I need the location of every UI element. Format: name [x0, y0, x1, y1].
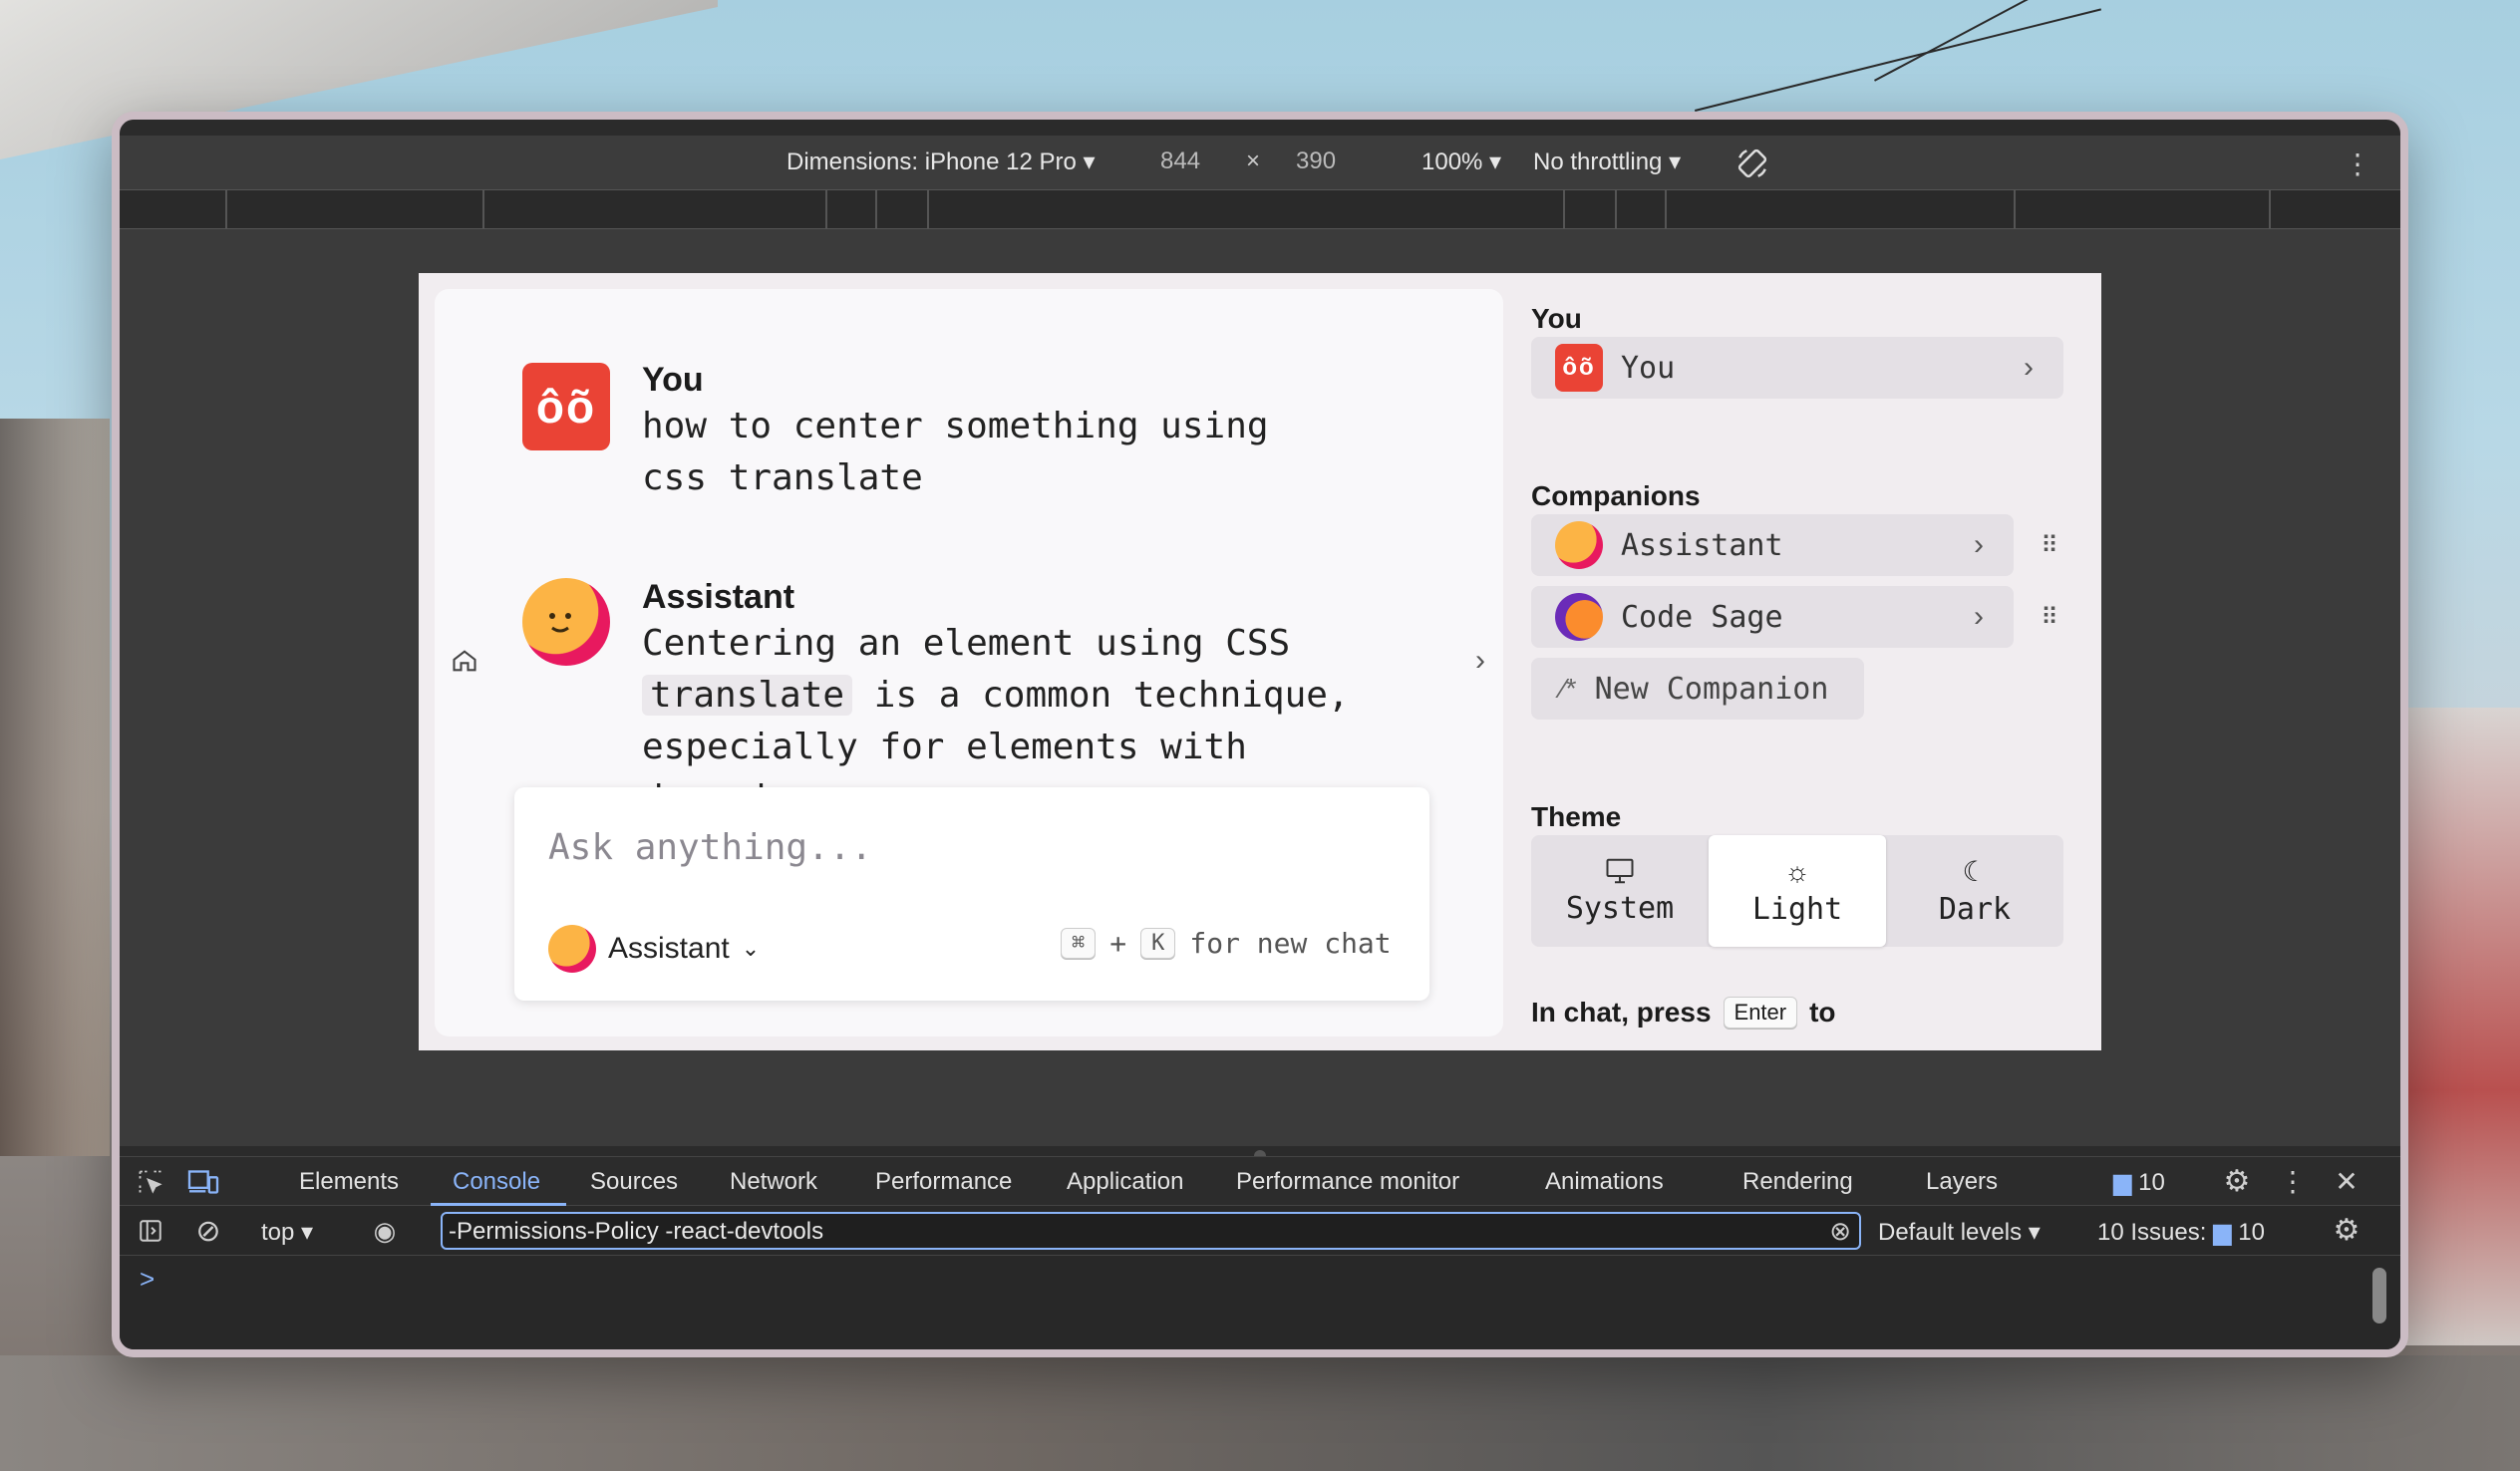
theme-system[interactable]: System	[1531, 835, 1709, 947]
zoom-select[interactable]: 100% ▾	[1421, 147, 1501, 176]
section-heading: Companions	[1531, 480, 1701, 511]
scrollbar[interactable]	[2372, 1268, 2386, 1324]
you-avatar: ôõ	[522, 363, 610, 450]
tab-performance[interactable]: Performance	[875, 1168, 1012, 1196]
times-label: ×	[1246, 147, 1261, 174]
you-avatar: ôõ	[1555, 344, 1603, 392]
width-input[interactable]: 844	[1160, 147, 1200, 175]
message-author: Assistant	[642, 578, 795, 616]
clear-filter-icon[interactable]: ⊗	[1829, 1216, 1851, 1247]
tab-console[interactable]: Console	[453, 1168, 540, 1196]
composer: Ask anything... Assistant ⌄ ⌘ + K for new…	[514, 787, 1429, 1001]
background-wire	[1874, 0, 2139, 82]
new-chat-shortcut: ⌘ + K for new chat	[1061, 927, 1392, 960]
chevron-right-icon[interactable]: ›	[1465, 643, 1495, 679]
chat-panel: ôõ You how to center something using css…	[435, 289, 1503, 1036]
kbd-cmd: ⌘	[1061, 928, 1097, 959]
home-icon[interactable]	[447, 643, 482, 679]
console-prompt[interactable]: >	[140, 1264, 155, 1295]
enter-hint: In chat, press Enter to	[1531, 997, 1836, 1029]
settings-gear-icon[interactable]: ⚙	[2219, 1163, 2255, 1199]
companion-select[interactable]: Assistant ⌄	[548, 925, 760, 973]
moon-icon: ☾	[1962, 856, 1988, 887]
device-toggle-icon[interactable]	[183, 1165, 223, 1199]
background-tree	[0, 419, 110, 1156]
height-input[interactable]: 390	[1296, 147, 1336, 175]
devtools-tabbar: Elements Console Sources Network Perform…	[120, 1156, 2400, 1206]
message-icon: ▆	[2213, 1219, 2232, 1246]
theme-dark[interactable]: ☾ Dark	[1886, 835, 2063, 947]
log-levels-select[interactable]: Default levels ▾	[1878, 1218, 2041, 1247]
tab-application[interactable]: Application	[1067, 1168, 1183, 1196]
assistant-avatar	[1555, 521, 1603, 569]
clear-console-icon[interactable]: ⊘	[191, 1214, 225, 1248]
chevron-down-icon: ⌄	[741, 936, 761, 961]
more-vertical-icon[interactable]: ⋮	[2279, 1163, 2307, 1199]
tab-sources[interactable]: Sources	[590, 1168, 678, 1196]
section-heading: You	[1531, 303, 1582, 334]
section-heading: Theme	[1531, 801, 1622, 832]
issues-label[interactable]: 10 Issues: ▆ 10	[2097, 1218, 2265, 1247]
browser-window: Dimensions: iPhone 12 Pro ▾ 844 × 390 10…	[112, 112, 2408, 1357]
monitor-icon	[1606, 858, 1634, 883]
message-line: translate is a common technique,	[642, 670, 1360, 722]
more-vertical-icon[interactable]: ⋮	[2343, 146, 2372, 181]
console-toolbar: ⊘ top ▾ ◉ -Permissions-Policy -react-dev…	[120, 1206, 2400, 1256]
inspect-element-icon[interactable]	[134, 1165, 167, 1199]
media-query-ruler	[120, 189, 2400, 230]
device-toolbar: Dimensions: iPhone 12 Pro ▾ 844 × 390 10…	[120, 136, 2400, 189]
chevron-right-icon: ›	[1974, 600, 1984, 633]
console-settings-icon[interactable]: ⚙	[2329, 1212, 2364, 1248]
rotate-icon[interactable]	[1734, 146, 1770, 181]
inline-code: translate	[642, 675, 853, 716]
theme-light[interactable]: ☼ Light	[1709, 835, 1886, 947]
tab-rendering[interactable]: Rendering	[1742, 1168, 1853, 1196]
issues-counter[interactable]: ▆ 10	[2113, 1168, 2165, 1197]
message-line: Centering an element using CSS	[642, 623, 1291, 664]
kbd-k: K	[1140, 928, 1176, 959]
tab-performance-monitor[interactable]: Performance monitor	[1236, 1168, 1459, 1196]
tab-layers[interactable]: Layers	[1926, 1168, 1998, 1196]
code-sage-avatar	[1555, 593, 1603, 641]
devtools-panel: Elements Console Sources Network Perform…	[120, 1156, 2400, 1349]
emulated-page: ôõ You how to center something using css…	[419, 273, 2101, 1050]
background-wire	[1695, 8, 2102, 112]
message-text: how to center something using css transl…	[642, 406, 1269, 498]
new-companion-button[interactable]: ⁄* New Companion	[1531, 658, 1864, 720]
assistant-avatar	[522, 578, 610, 666]
tab-network[interactable]: Network	[730, 1168, 817, 1196]
close-icon[interactable]: ✕	[2329, 1163, 2364, 1199]
sidebar-toggle-icon[interactable]	[134, 1214, 167, 1248]
chevron-right-icon: ›	[1974, 528, 1984, 561]
drag-handle-icon[interactable]: ⠿	[2036, 598, 2063, 636]
message-author: You	[642, 361, 704, 399]
settings-sidebar: You ôõ You › Companions Assistant › ⠿ Co…	[1531, 303, 2069, 1050]
theme-switcher: System ☼ Light ☾ Dark	[1531, 835, 2063, 947]
chevron-right-icon: ›	[2024, 351, 2034, 384]
console-filter-input[interactable]: -Permissions-Policy -react-devtools ⊗	[441, 1212, 1861, 1250]
magic-wand-icon: ⁄*	[1561, 673, 1577, 704]
message-icon: ▆	[2113, 1169, 2132, 1196]
tab-elements[interactable]: Elements	[299, 1168, 399, 1196]
sun-icon: ☼	[1784, 855, 1810, 887]
throttling-select[interactable]: No throttling ▾	[1533, 147, 1681, 176]
companion-code-sage[interactable]: Code Sage ›	[1531, 586, 2014, 648]
drag-handle-icon[interactable]: ⠿	[2036, 526, 2063, 564]
eye-icon[interactable]: ◉	[365, 1214, 405, 1248]
assistant-avatar	[548, 925, 596, 973]
companion-assistant[interactable]: Assistant ›	[1531, 514, 2014, 576]
context-select[interactable]: top ▾	[261, 1218, 313, 1247]
chat-input[interactable]: Ask anything...	[548, 827, 872, 868]
background-platform	[0, 1355, 2520, 1471]
dimensions-select[interactable]: Dimensions: iPhone 12 Pro ▾	[787, 147, 1096, 176]
tab-animations[interactable]: Animations	[1545, 1168, 1664, 1196]
you-row[interactable]: ôõ You ›	[1531, 337, 2063, 399]
